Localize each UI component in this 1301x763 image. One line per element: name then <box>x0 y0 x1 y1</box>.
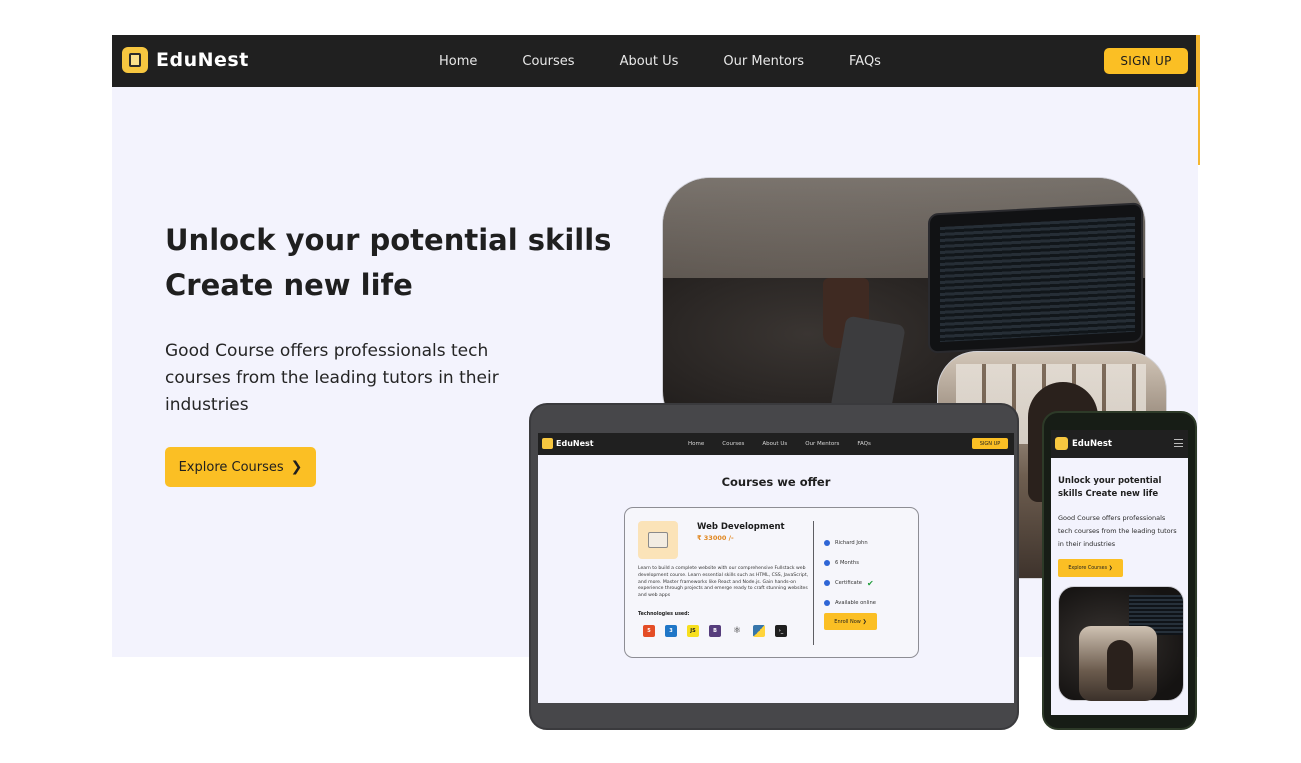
tablet-nav-mentors: Our Mentors <box>805 441 840 447</box>
phone-screen: EduNest Unlock your potential skills Cre… <box>1051 430 1188 715</box>
book-icon <box>1055 437 1068 450</box>
brand-name: EduNest <box>156 49 249 71</box>
brand-logo[interactable]: EduNest <box>122 47 249 73</box>
certificate-label: Certificate <box>835 580 862 586</box>
hourglass-icon <box>824 560 830 566</box>
course-card: Web Development ₹ 33000 /- Learn to buil… <box>624 507 919 658</box>
explore-courses-label: Explore Courses <box>178 459 284 475</box>
availability-label: Available online <box>835 600 876 606</box>
tablet-brand-name: EduNest <box>556 439 594 448</box>
css3-icon: 3 <box>665 625 677 637</box>
chevron-right-icon: ❯ <box>290 459 303 475</box>
badge-icon <box>824 580 830 586</box>
tablet-nav-home: Home <box>688 441 705 447</box>
nav-link-faqs[interactable]: FAQs <box>849 54 881 69</box>
code-window-icon <box>638 521 678 559</box>
course-meta: Richard John 6 Months Certificate ✔ Avail… <box>824 533 876 613</box>
tablet-brand-logo: EduNest <box>542 438 594 449</box>
hamburger-menu-icon <box>1174 439 1183 447</box>
enroll-now-button: Enroll Now ❯ <box>824 613 877 630</box>
nav-link-our-mentors[interactable]: Our Mentors <box>723 54 804 69</box>
html5-icon: 5 <box>643 625 655 637</box>
course-description: Learn to build a complete website with o… <box>638 566 809 599</box>
nav-link-about-us[interactable]: About Us <box>620 54 679 69</box>
laptop-illustration <box>928 202 1143 354</box>
enroll-now-label: Enroll Now <box>834 618 861 625</box>
courses-heading: Courses we offer <box>721 475 831 489</box>
explore-courses-button[interactable]: Explore Courses ❯ <box>165 447 316 487</box>
top-navbar: EduNest Home Courses About Us Our Mentor… <box>112 35 1196 87</box>
tablet-signup-button: SIGN UP <box>972 438 1008 449</box>
tablet-nav-links: Home Courses About Us Our Mentors FAQs <box>688 433 871 455</box>
signup-button[interactable]: SIGN UP <box>1104 48 1188 74</box>
chevron-right-icon: ❯ <box>1108 565 1113 571</box>
tablet-nav-faqs: FAQs <box>857 441 871 447</box>
certificate-row: Certificate ✔ <box>824 573 876 593</box>
hero-title-line2: Create new life <box>165 268 413 302</box>
phone-brand-logo: EduNest <box>1055 437 1112 450</box>
phone-hero-title: Unlock your potential skills Create new … <box>1058 476 1162 499</box>
tablet-nav-courses: Courses <box>722 441 745 447</box>
tablet-nav-about: About Us <box>762 441 788 447</box>
mentor-name: Richard John <box>835 540 868 546</box>
phone-explore-label: Explore Courses <box>1068 565 1108 571</box>
react-icon: ⚛ <box>732 626 742 636</box>
chevron-right-icon: ❯ <box>862 618 867 625</box>
check-icon: ✔ <box>866 578 874 588</box>
hero-description: Good Course offers professionals tech co… <box>165 341 499 415</box>
card-divider <box>813 521 814 645</box>
technology-icons: 5 3 JS B ⚛ ›_ <box>643 625 787 637</box>
phone-hero-image-student <box>1079 626 1157 701</box>
tablet-mockup: EduNest Home Courses About Us Our Mentor… <box>529 403 1019 730</box>
python-icon <box>753 625 765 637</box>
user-icon <box>824 540 830 546</box>
technologies-label: Technologies used: <box>638 612 690 617</box>
tablet-screen: EduNest Home Courses About Us Our Mentor… <box>538 433 1014 703</box>
availability-row: Available online <box>824 593 876 613</box>
phone-hero-description: Good Course offers professionals tech co… <box>1058 514 1177 548</box>
phone-brand-name: EduNest <box>1072 438 1112 449</box>
course-duration: 6 Months <box>835 560 859 566</box>
terminal-icon: ›_ <box>775 625 787 637</box>
course-price: ₹ 33000 /- <box>697 534 734 542</box>
duration-row: 6 Months <box>824 553 876 573</box>
book-icon <box>542 438 553 449</box>
phone-mockup: EduNest Unlock your potential skills Cre… <box>1042 411 1197 730</box>
hero-title-line1: Unlock your potential skills <box>165 223 612 257</box>
book-icon <box>122 47 148 73</box>
hero-title: Unlock your potential skills Create new … <box>165 218 611 308</box>
page: EduNest Home Courses About Us Our Mentor… <box>0 0 1301 763</box>
course-title: Web Development <box>697 522 785 532</box>
wifi-icon <box>824 600 830 606</box>
tablet-navbar: EduNest Home Courses About Us Our Mentor… <box>538 433 1014 455</box>
nav-links: Home Courses About Us Our Mentors FAQs <box>439 35 881 87</box>
nav-link-home[interactable]: Home <box>439 54 477 69</box>
phone-explore-button: Explore Courses ❯ <box>1058 559 1123 577</box>
nav-link-courses[interactable]: Courses <box>522 54 574 69</box>
mentor-row: Richard John <box>824 533 876 553</box>
javascript-icon: JS <box>687 625 699 637</box>
phone-navbar: EduNest <box>1051 430 1188 458</box>
bootstrap-icon: B <box>709 625 721 637</box>
